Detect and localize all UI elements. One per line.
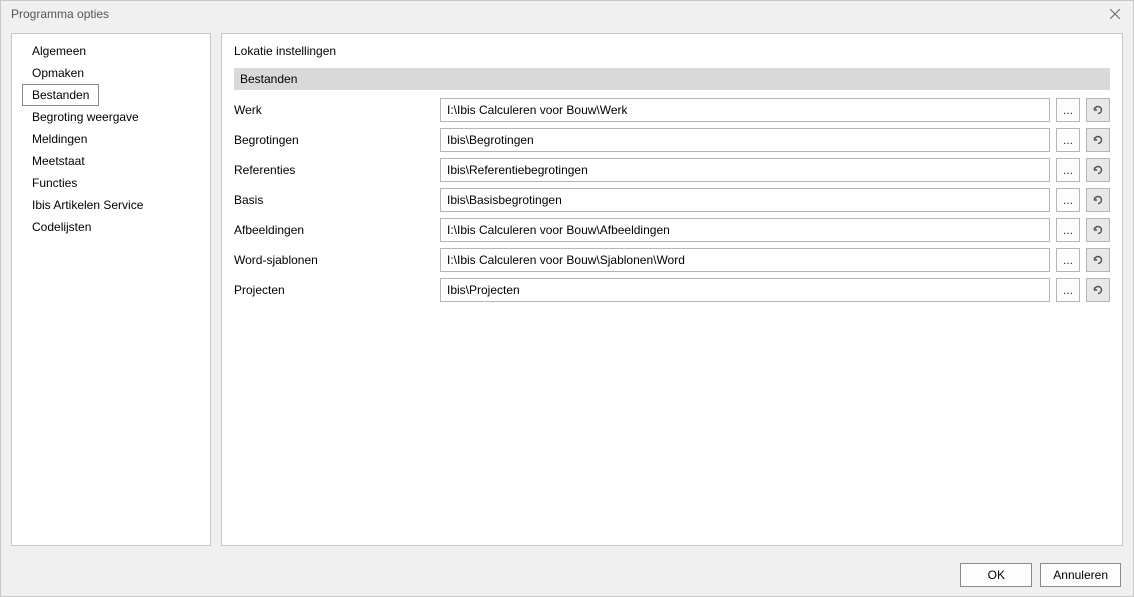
label-projecten: Projecten <box>234 283 434 297</box>
titlebar: Programma opties <box>1 1 1133 27</box>
sidebar-item-codelijsten[interactable]: Codelijsten <box>22 216 101 238</box>
browse-button-projecten[interactable]: ... <box>1056 278 1080 302</box>
cancel-button[interactable]: Annuleren <box>1040 563 1121 587</box>
label-basis: Basis <box>234 193 434 207</box>
undo-icon <box>1091 163 1105 177</box>
dialog-body: Algemeen Opmaken Bestanden Begroting wee… <box>1 27 1133 554</box>
undo-icon <box>1091 193 1105 207</box>
label-begrotingen: Begrotingen <box>234 133 434 147</box>
input-referenties[interactable] <box>440 158 1050 182</box>
input-afbeeldingen[interactable] <box>440 218 1050 242</box>
sidebar-item-meldingen[interactable]: Meldingen <box>22 128 97 150</box>
sidebar: Algemeen Opmaken Bestanden Begroting wee… <box>11 33 211 546</box>
label-word-sjablonen: Word-sjablonen <box>234 253 434 267</box>
input-projecten[interactable] <box>440 278 1050 302</box>
sidebar-item-functies[interactable]: Functies <box>22 172 87 194</box>
row-begrotingen: Begrotingen ... <box>234 128 1110 152</box>
undo-icon <box>1091 283 1105 297</box>
main-title: Lokatie instellingen <box>234 44 1110 68</box>
undo-icon <box>1091 103 1105 117</box>
label-afbeeldingen: Afbeeldingen <box>234 223 434 237</box>
sidebar-item-algemeen[interactable]: Algemeen <box>22 40 96 62</box>
row-projecten: Projecten ... <box>234 278 1110 302</box>
row-werk: Werk ... <box>234 98 1110 122</box>
undo-icon <box>1091 223 1105 237</box>
row-afbeeldingen: Afbeeldingen ... <box>234 218 1110 242</box>
sidebar-item-opmaken[interactable]: Opmaken <box>22 62 94 84</box>
input-begrotingen[interactable] <box>440 128 1050 152</box>
label-werk: Werk <box>234 103 434 117</box>
close-button[interactable] <box>1105 4 1125 24</box>
reset-button-referenties[interactable] <box>1086 158 1110 182</box>
browse-button-begrotingen[interactable]: ... <box>1056 128 1080 152</box>
reset-button-word-sjablonen[interactable] <box>1086 248 1110 272</box>
browse-button-basis[interactable]: ... <box>1056 188 1080 212</box>
browse-button-referenties[interactable]: ... <box>1056 158 1080 182</box>
reset-button-afbeeldingen[interactable] <box>1086 218 1110 242</box>
dialog-window: Programma opties Algemeen Opmaken Bestan… <box>0 0 1134 597</box>
reset-button-begrotingen[interactable] <box>1086 128 1110 152</box>
row-word-sjablonen: Word-sjablonen ... <box>234 248 1110 272</box>
close-icon <box>1110 9 1120 19</box>
row-basis: Basis ... <box>234 188 1110 212</box>
input-basis[interactable] <box>440 188 1050 212</box>
input-word-sjablonen[interactable] <box>440 248 1050 272</box>
browse-button-afbeeldingen[interactable]: ... <box>1056 218 1080 242</box>
undo-icon <box>1091 133 1105 147</box>
input-werk[interactable] <box>440 98 1050 122</box>
reset-button-werk[interactable] <box>1086 98 1110 122</box>
browse-button-word-sjablonen[interactable]: ... <box>1056 248 1080 272</box>
dialog-footer: OK Annuleren <box>1 554 1133 596</box>
main-panel: Lokatie instellingen Bestanden Werk ... … <box>221 33 1123 546</box>
ok-button[interactable]: OK <box>960 563 1032 587</box>
sidebar-item-ibis-artikelen-service[interactable]: Ibis Artikelen Service <box>22 194 153 216</box>
row-referenties: Referenties ... <box>234 158 1110 182</box>
sidebar-item-meetstaat[interactable]: Meetstaat <box>22 150 95 172</box>
browse-button-werk[interactable]: ... <box>1056 98 1080 122</box>
section-header-bestanden: Bestanden <box>234 68 1110 90</box>
sidebar-item-begroting-weergave[interactable]: Begroting weergave <box>22 106 149 128</box>
reset-button-basis[interactable] <box>1086 188 1110 212</box>
label-referenties: Referenties <box>234 163 434 177</box>
window-title: Programma opties <box>11 7 1105 21</box>
undo-icon <box>1091 253 1105 267</box>
sidebar-item-bestanden[interactable]: Bestanden <box>22 84 99 106</box>
reset-button-projecten[interactable] <box>1086 278 1110 302</box>
